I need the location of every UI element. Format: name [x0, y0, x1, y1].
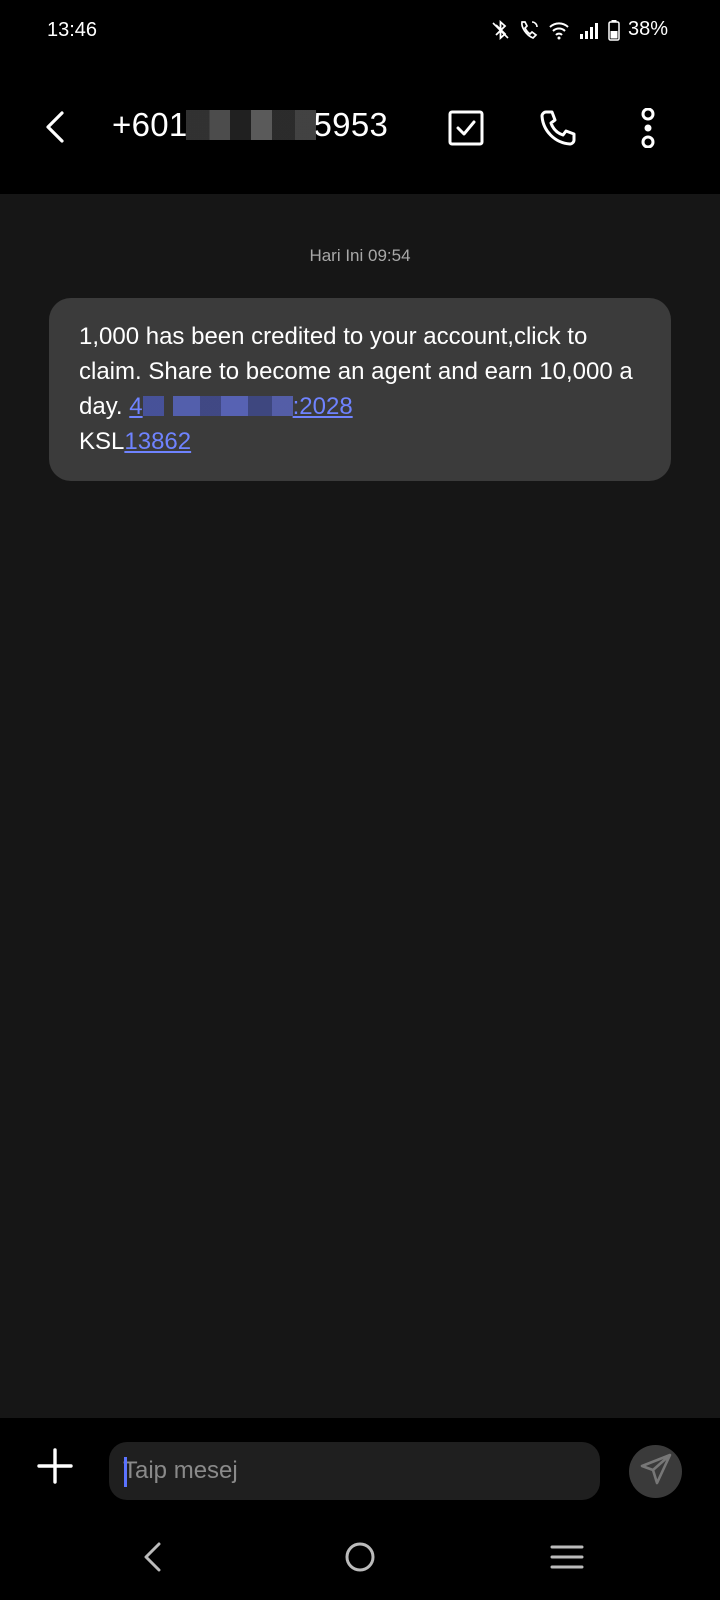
message-link-1[interactable]: 4 :2028	[129, 393, 352, 420]
status-time: 13:46	[47, 19, 98, 41]
add-attachment-icon	[37, 1447, 73, 1489]
phone-call-icon	[538, 108, 578, 153]
date-separator: Hari Ini 09:54	[309, 246, 411, 265]
nav-back-button[interactable]	[122, 1534, 182, 1584]
message-bubble[interactable]: 1,000 has been credited to your account,…	[49, 298, 671, 481]
nav-recents-button[interactable]	[537, 1534, 597, 1584]
back-button[interactable]	[30, 104, 80, 154]
battery-percentage: 38%	[627, 18, 668, 40]
select-messages-button[interactable]	[438, 102, 494, 158]
more-options-icon	[638, 107, 658, 153]
system-navigation-bar	[0, 1526, 720, 1600]
nav-back-icon	[141, 1542, 163, 1577]
back-arrow-icon	[43, 110, 67, 149]
messages-screen: 13:46 38% +601 5953 Hari Ini 09:54 1,000…	[0, 0, 720, 1600]
bluetooth-icon	[492, 19, 510, 41]
message-link-2[interactable]: 13862	[124, 428, 191, 455]
message-link-1-start: 4	[129, 393, 143, 420]
message-composer	[0, 1418, 720, 1526]
status-bar: 13:46 38%	[0, 0, 720, 64]
nav-home-button[interactable]	[330, 1534, 390, 1584]
redacted-link-text	[142, 396, 293, 416]
conversation-header: +601 5953	[0, 64, 720, 194]
contact-number-suffix: 5953	[313, 106, 389, 143]
nav-home-icon	[344, 1541, 376, 1578]
wifi-calling-icon	[518, 19, 540, 41]
send-button[interactable]	[629, 1445, 682, 1498]
more-options-button[interactable]	[620, 102, 676, 158]
call-button[interactable]	[530, 102, 586, 158]
contact-number-prefix: +601	[112, 106, 188, 143]
select-checkbox-icon	[447, 109, 485, 152]
contact-number[interactable]: +601 5953	[112, 106, 388, 144]
message-input[interactable]	[123, 1442, 583, 1500]
message-thread[interactable]: Hari Ini 09:54 1,000 has been credited t…	[0, 194, 720, 1418]
status-icons: 38%	[492, 18, 668, 41]
add-attachment-button[interactable]	[30, 1443, 80, 1493]
nav-recents-icon	[550, 1544, 584, 1575]
battery-icon	[608, 19, 620, 41]
message-code-prefix: KSL	[79, 428, 125, 455]
send-icon	[639, 1452, 673, 1491]
redacted-digits	[185, 110, 316, 140]
message-link-1-end: :2028	[292, 393, 353, 420]
message-input-container[interactable]	[109, 1442, 600, 1500]
wifi-icon	[548, 20, 570, 40]
signal-icon	[578, 20, 600, 40]
text-cursor	[124, 1457, 127, 1487]
